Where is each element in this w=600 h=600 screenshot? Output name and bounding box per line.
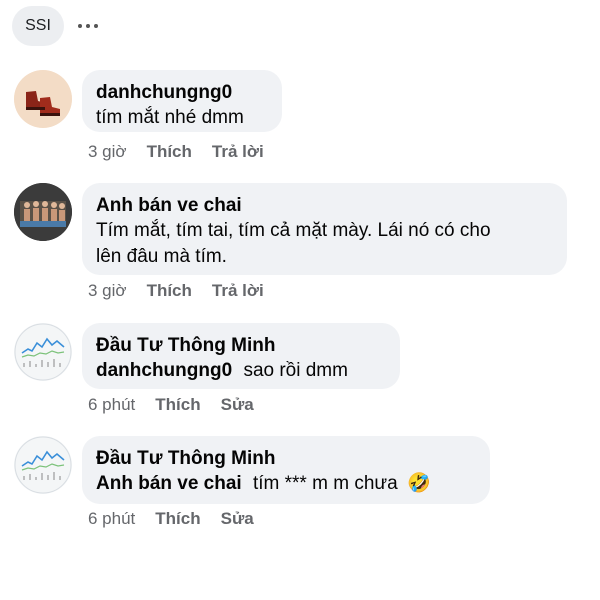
stock-chart-avatar-icon xyxy=(14,323,72,381)
like-button[interactable]: Thích xyxy=(155,509,200,529)
comment-actions: 6 phút Thích Sửa xyxy=(88,509,254,529)
comment-time[interactable]: 3 giờ xyxy=(88,142,127,162)
comment-actions: 6 phút Thích Sửa xyxy=(88,395,254,415)
comment-bubble: Đầu Tư Thông Minh danhchungng0 sao rồi d… xyxy=(82,323,400,389)
avatar-group-photo[interactable] xyxy=(14,183,72,241)
comment-time[interactable]: 6 phút xyxy=(88,395,135,415)
like-button[interactable]: Thích xyxy=(147,142,192,162)
avatar-boots[interactable] xyxy=(14,70,72,128)
top-bar: SSI xyxy=(12,6,98,46)
more-options-icon[interactable] xyxy=(78,6,98,46)
comment-actions: 3 giờ Thích Trả lời xyxy=(88,142,264,162)
comment-time[interactable]: 6 phút xyxy=(88,509,135,529)
comment-author[interactable]: Đầu Tư Thông Minh xyxy=(96,334,384,358)
comment-text: tím *** m m chưa xyxy=(252,473,398,494)
edit-button[interactable]: Sửa xyxy=(221,509,254,529)
like-button[interactable]: Thích xyxy=(147,281,192,301)
comment-text: sao rồi dmm xyxy=(243,360,348,381)
comment-author[interactable]: Anh bán ve chai xyxy=(96,194,551,218)
laughing-emoji-icon: 🤣 xyxy=(406,473,431,494)
comment-text: tím mắt nhé dmm xyxy=(96,107,244,128)
comments-screen: SSI danhchungng0 tím mắt nhé dmm 3 giờ T… xyxy=(0,0,600,600)
mention-tag[interactable]: danhchungng0 xyxy=(96,360,232,381)
comment-bubble: Đầu Tư Thông Minh Anh bán ve chai tím **… xyxy=(82,436,490,504)
reply-button[interactable]: Trả lời xyxy=(212,142,264,162)
avatar-stock-chart[interactable] xyxy=(14,436,72,494)
edit-button[interactable]: Sửa xyxy=(221,395,254,415)
page-avatar-chip[interactable]: SSI xyxy=(12,6,64,46)
comment-text-line-1: Tím mắt, tím tai, tím cả mặt mày. Lái nó… xyxy=(96,220,491,241)
mention-tag[interactable]: Anh bán ve chai xyxy=(96,473,242,494)
comment-actions: 3 giờ Thích Trả lời xyxy=(88,281,264,301)
group-photo-avatar-icon xyxy=(14,183,72,241)
like-button[interactable]: Thích xyxy=(155,395,200,415)
comment-author[interactable]: danhchungng0 xyxy=(96,81,266,105)
comment-time[interactable]: 3 giờ xyxy=(88,281,127,301)
comment-text-line-2: lên đâu mà tím. xyxy=(96,246,227,267)
avatar-stock-chart[interactable] xyxy=(14,323,72,381)
stock-chart-avatar-icon xyxy=(14,436,72,494)
comment-bubble: danhchungng0 tím mắt nhé dmm xyxy=(82,70,282,132)
comment-author[interactable]: Đầu Tư Thông Minh xyxy=(96,447,474,471)
boots-avatar-icon xyxy=(14,70,72,128)
reply-button[interactable]: Trả lời xyxy=(212,281,264,301)
comment-bubble: Anh bán ve chai Tím mắt, tím tai, tím cả… xyxy=(82,183,567,275)
page-avatar-label: SSI xyxy=(25,17,51,34)
